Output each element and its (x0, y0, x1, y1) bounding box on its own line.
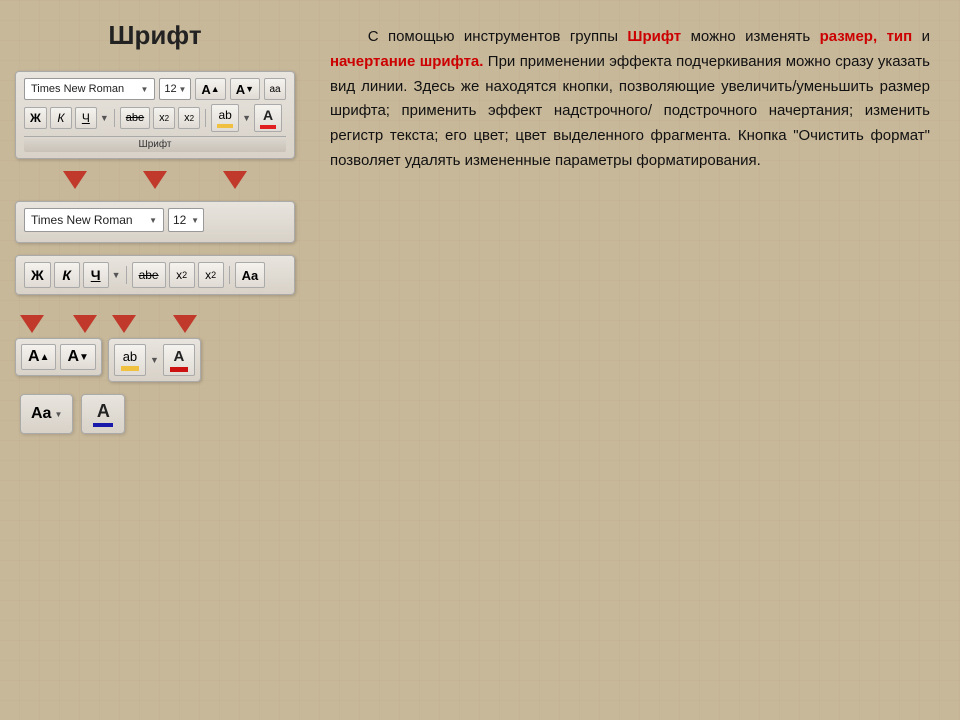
zoom-subscript-button[interactable]: x2 (169, 262, 195, 288)
highlight-arrow: ▼ (242, 113, 251, 123)
large-color-button[interactable]: A (163, 344, 195, 376)
arrow-left-1 (20, 315, 44, 333)
separator-1 (114, 109, 115, 127)
arrow-1 (63, 171, 87, 189)
page-title: Шрифт (15, 20, 295, 51)
font-color-large-letter: A (97, 401, 110, 422)
text-content: С помощью инструментов группы Шрифт можн… (330, 25, 930, 174)
grow-font-large-button[interactable]: A▲ (21, 344, 56, 370)
arrow-3 (223, 171, 247, 189)
shrink-font-button[interactable]: A▼ (230, 78, 260, 100)
underline-arrow: ▼ (100, 113, 109, 123)
large-highlight-icon: ab (123, 349, 137, 364)
font-color-bar (260, 125, 276, 129)
zoom-underline-button[interactable]: Ч (83, 262, 109, 288)
change-case-arrow: ▼ (54, 410, 62, 419)
subscript-button[interactable]: x2 (153, 107, 175, 129)
strikethrough-button[interactable]: abe (120, 107, 150, 129)
zoom-font-name-value: Times New Roman (31, 213, 133, 227)
zoom-top-row: Times New Roman ▼ 12 ▼ (24, 208, 286, 232)
change-case-large-button[interactable]: Aa ▼ (20, 394, 73, 434)
zoom-strikethrough-button[interactable]: abe (132, 262, 166, 288)
font-color-button[interactable]: A (254, 104, 282, 132)
zoom-btns-box: Ж К Ч ▼ abe x2 x2 Aa (15, 255, 295, 295)
clear-format-button[interactable]: aa (264, 78, 286, 100)
small-group-row: A▲ A▼ ab ▼ A (15, 315, 295, 382)
highlight-color-bar (217, 124, 233, 128)
large-highlight-bar (121, 366, 139, 371)
zoom-sep-1 (126, 266, 127, 284)
arrow-2 (143, 171, 167, 189)
large-highlight-button[interactable]: ab (114, 344, 146, 376)
highlight-word-razmer: размер, (820, 28, 878, 45)
font-color-large-button[interactable]: A (81, 394, 125, 434)
separator-2 (205, 109, 206, 127)
superscript-button[interactable]: x2 (178, 107, 200, 129)
highlight-word-nachertanie: начертание (330, 53, 415, 70)
ribbon-top-row: Times New Roman ▼ 12 ▼ A▲ A▼ aa (24, 78, 286, 100)
arrow-mid-2 (173, 315, 197, 333)
font-size-arrow: ▼ (178, 85, 186, 94)
large-color-bar (170, 367, 188, 372)
highlight-icon: ab (218, 108, 231, 122)
shrink-font-large-button[interactable]: A▼ (60, 344, 95, 370)
zoom-fontname-box: Times New Roman ▼ 12 ▼ (15, 201, 295, 243)
highlight-color-box: ab ▼ A (108, 338, 201, 382)
large-highlight-arrow: ▼ (150, 355, 159, 365)
zoom-font-size-arrow: ▼ (191, 216, 199, 225)
ribbon-label: Шрифт (24, 136, 286, 152)
arrows-row-1 (15, 171, 295, 189)
zoom-underline-arrow: ▼ (112, 270, 121, 280)
font-name-value: Times New Roman (31, 83, 124, 95)
font-size-dropdown[interactable]: 12 ▼ (159, 78, 191, 100)
arrow-mid-1 (112, 315, 136, 333)
zoom-font-size-dropdown[interactable]: 12 ▼ (168, 208, 204, 232)
arrow-right-1 (73, 315, 97, 333)
highlight-word-shrifta: шрифта. (420, 53, 484, 70)
font-color-letter: A (263, 107, 273, 123)
large-color-letter: A (173, 348, 184, 365)
ribbon-btn-row: Ж К Ч ▼ abe x2 x2 ab ▼ A (24, 104, 286, 132)
bottom-btns-row: Aa ▼ A (15, 394, 295, 434)
text-paragraph: С помощью инструментов группы Шрифт можн… (330, 25, 930, 174)
zoom-sep-2 (229, 266, 230, 284)
right-panel: С помощью инструментов группы Шрифт можн… (310, 0, 960, 720)
highlight-word-tip: тип (887, 28, 913, 45)
font-size-value: 12 (164, 83, 176, 95)
highlight-word-shrift: Шрифт (627, 28, 681, 45)
bold-button[interactable]: Ж (24, 107, 47, 129)
change-case-label: Aa (31, 405, 51, 423)
highlight-button[interactable]: ab (211, 104, 239, 132)
font-name-dropdown[interactable]: Times New Roman ▼ (24, 78, 155, 100)
left-panel: Шрифт Times New Roman ▼ 12 ▼ A▲ A▼ aa Ж … (0, 0, 310, 720)
zoom-changecase-button[interactable]: Aa (235, 262, 266, 288)
font-color-large-bar (93, 423, 113, 427)
main-ribbon-box: Times New Roman ▼ 12 ▼ A▲ A▼ aa Ж К Ч ▼ … (15, 71, 295, 159)
zoom-font-name-arrow: ▼ (149, 216, 157, 225)
zoom-font-size-value: 12 (173, 213, 186, 227)
zoom-italic-button[interactable]: К (54, 262, 80, 288)
zoom-btn-row: Ж К Ч ▼ abe x2 x2 Aa (24, 262, 286, 288)
grow-font-button[interactable]: A▲ (195, 78, 225, 100)
zoom-font-name-dropdown[interactable]: Times New Roman ▼ (24, 208, 164, 232)
font-name-arrow: ▼ (140, 85, 148, 94)
zoom-bold-button[interactable]: Ж (24, 262, 51, 288)
grow-shrink-box: A▲ A▼ (15, 338, 102, 376)
italic-button[interactable]: К (50, 107, 72, 129)
underline-button[interactable]: Ч (75, 107, 97, 129)
zoom-superscript-button[interactable]: x2 (198, 262, 224, 288)
